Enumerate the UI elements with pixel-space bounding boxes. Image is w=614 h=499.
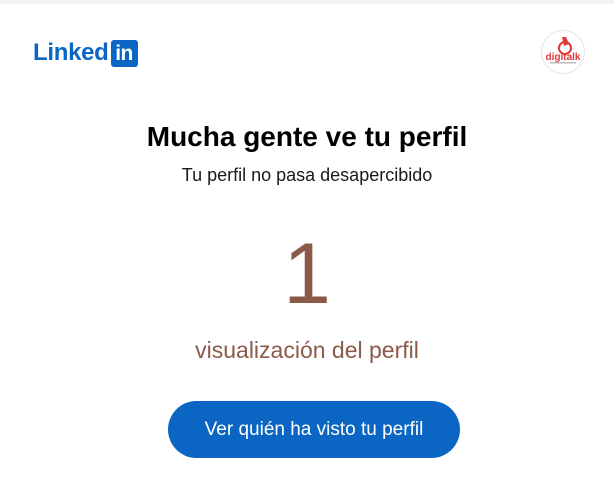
- linkedin-logo-text: Linked: [33, 39, 109, 66]
- page-title: Mucha gente ve tu perfil: [146, 121, 468, 152]
- digitalk-logo-icon: digitalk: [542, 31, 584, 73]
- views-label: visualización del perfil: [195, 337, 419, 363]
- see-who-viewed-button[interactable]: Ver quién ha visto tu perfil: [168, 401, 460, 458]
- avatar[interactable]: digitalk: [541, 30, 585, 74]
- linkedin-logo[interactable]: Linked in: [33, 39, 138, 67]
- email-card: Linked in digitalk Mucha gente ve tu per…: [0, 4, 614, 499]
- views-count: 1: [283, 226, 331, 322]
- page-subtitle: Tu perfil no pasa desapercibido: [181, 165, 433, 185]
- linkedin-logo-box: in: [110, 39, 138, 67]
- avatar-text: digitalk: [545, 52, 580, 63]
